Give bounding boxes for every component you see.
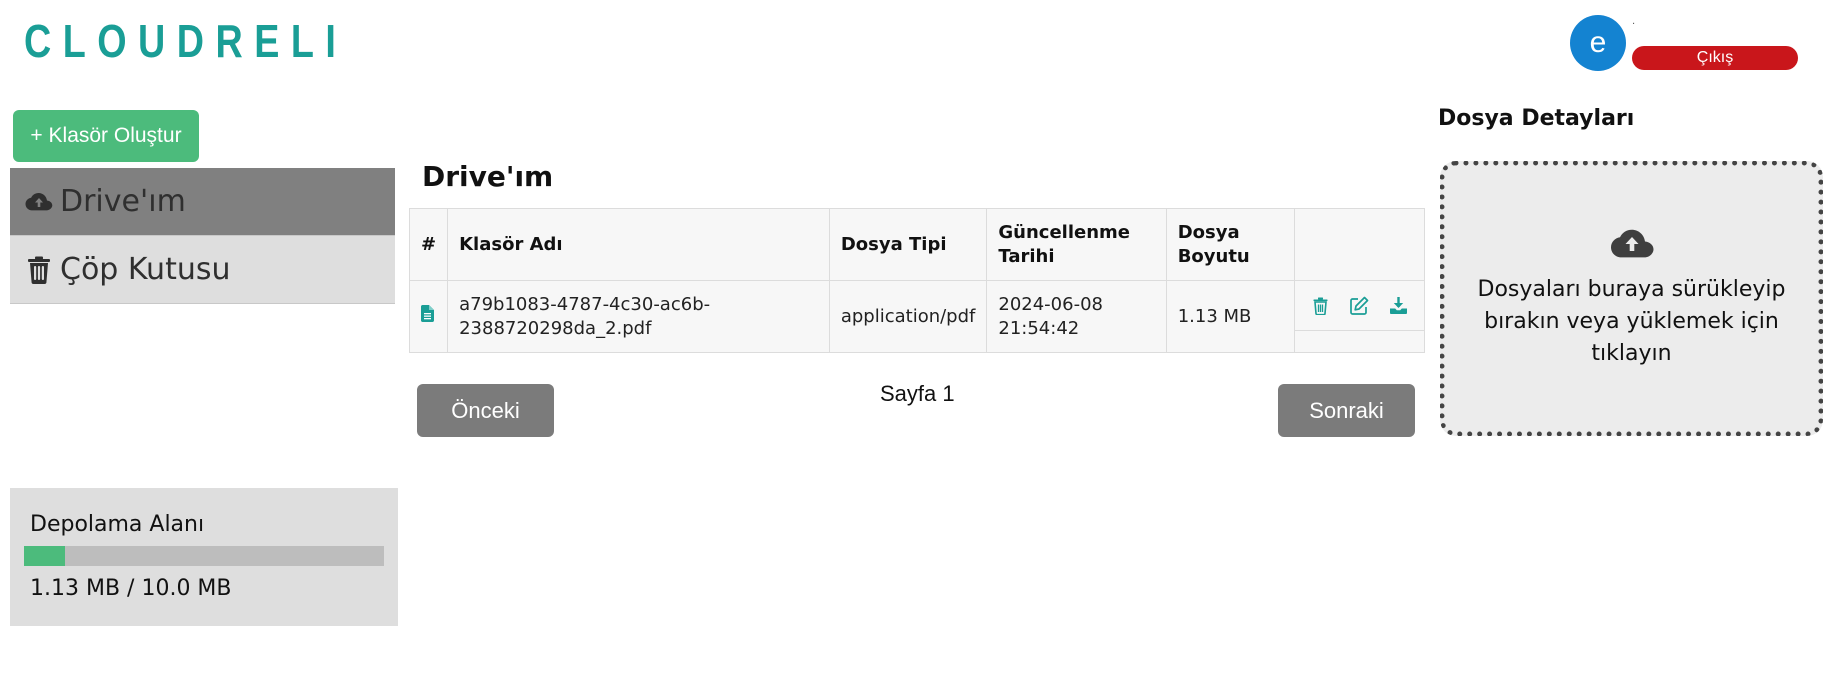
column-header-updated: Güncellenme Tarihi xyxy=(986,208,1167,281)
trash-icon xyxy=(24,255,54,285)
column-header-type: Dosya Tipi xyxy=(828,208,988,281)
column-header-name: Klasör Adı xyxy=(447,208,830,281)
sidebar-item-label: Drive'ım xyxy=(60,184,186,219)
edit-icon[interactable] xyxy=(1349,295,1371,317)
file-name-cell[interactable]: a79b1083-4787-4c30-ac6b-2388720298da_2.p… xyxy=(447,280,830,353)
table-row[interactable]: a79b1083-4787-4c30-ac6b-2388720298da_2.p… xyxy=(408,280,1425,353)
trash-icon[interactable] xyxy=(1310,295,1332,317)
storage-panel: Depolama Alanı 1.13 MB / 10.0 MB xyxy=(10,488,398,626)
create-folder-button[interactable]: + Klasör Oluştur xyxy=(13,110,199,162)
sidebar-item-trash[interactable]: Çöp Kutusu xyxy=(10,236,395,304)
file-size-cell: 1.13 MB xyxy=(1165,280,1296,353)
upload-dropzone[interactable]: Dosyaları buraya sürükleyip bırakın veya… xyxy=(1440,161,1823,436)
storage-progress-fill xyxy=(24,546,65,566)
file-details-title: Dosya Detayları xyxy=(1438,106,1635,131)
storage-title: Depolama Alanı xyxy=(30,512,205,537)
file-actions-cell xyxy=(1294,280,1425,353)
page-title: Drive'ım xyxy=(422,160,554,193)
column-header-number: # xyxy=(408,208,449,281)
storage-usage-text: 1.13 MB / 10.0 MB xyxy=(30,576,232,601)
file-updated-cell: 2024-06-08 21:54:42 xyxy=(986,280,1167,353)
file-type-cell xyxy=(408,280,449,353)
sidebar-item-label: Çöp Kutusu xyxy=(60,252,231,287)
previous-page-button[interactable]: Önceki xyxy=(417,384,554,437)
avatar[interactable]: e xyxy=(1570,15,1626,71)
cloud-upload-icon xyxy=(1610,228,1654,262)
column-header-actions xyxy=(1294,208,1425,281)
table-header-row: # Klasör Adı Dosya Tipi Güncellenme Tari… xyxy=(408,208,1425,281)
file-type-text: application/pdf xyxy=(828,280,988,353)
username-label: · xyxy=(1632,19,1636,30)
cloud-upload-icon xyxy=(24,187,54,217)
dropzone-text: Dosyaları buraya sürükleyip bırakın veya… xyxy=(1477,276,1786,366)
sidebar-item-my-drive[interactable]: Drive'ım xyxy=(10,168,395,236)
page-indicator: Sayfa 1 xyxy=(880,381,955,406)
app-logo[interactable]: CLOUDRELI xyxy=(24,18,347,64)
download-icon[interactable] xyxy=(1388,295,1410,317)
files-table: # Klasör Adı Dosya Tipi Güncellenme Tari… xyxy=(408,208,1425,353)
file-icon xyxy=(421,304,434,327)
sidebar-nav: Drive'ım Çöp Kutusu xyxy=(10,168,395,304)
column-header-size: Dosya Boyutu xyxy=(1165,208,1296,281)
logout-button[interactable]: Çıkış xyxy=(1632,46,1798,70)
next-page-button[interactable]: Sonraki xyxy=(1278,384,1415,437)
storage-progress-bar xyxy=(24,546,384,566)
